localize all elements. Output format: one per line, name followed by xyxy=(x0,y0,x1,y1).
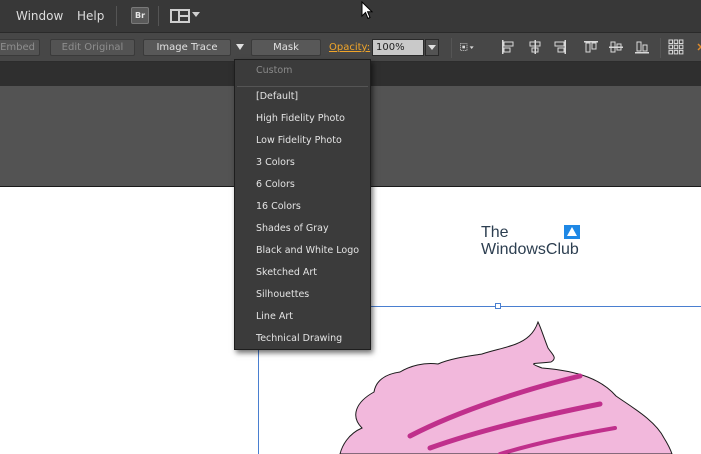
align-left-icon[interactable] xyxy=(500,39,516,55)
mask-button[interactable]: Mask xyxy=(251,39,321,56)
chevron-down-icon xyxy=(192,12,200,17)
align-bottom-icon[interactable] xyxy=(634,39,650,55)
opacity-input[interactable]: 100% xyxy=(372,39,424,56)
preset-item-technical-drawing[interactable]: Technical Drawing xyxy=(235,328,370,350)
preset-item-high-fidelity-photo[interactable]: High Fidelity Photo xyxy=(235,108,370,130)
align-top-icon[interactable] xyxy=(583,39,599,55)
menu-separator xyxy=(158,6,159,26)
overflow-icon[interactable] xyxy=(693,39,701,55)
preset-item-shades-of-gray[interactable]: Shades of Gray xyxy=(235,218,370,240)
selection-handle[interactable] xyxy=(495,303,501,309)
workspace-switcher-button[interactable] xyxy=(170,8,200,24)
preset-item-16-colors[interactable]: 16 Colors xyxy=(235,196,370,218)
cupcake-image[interactable] xyxy=(330,318,701,454)
illustrator-window: Window Help Br Embed Edit Original Image… xyxy=(0,0,701,454)
preset-item-default[interactable]: [Default] xyxy=(235,86,370,108)
align-middle-icon[interactable] xyxy=(608,39,624,55)
toolbar-separator xyxy=(660,38,661,58)
transform-icon[interactable] xyxy=(459,39,483,55)
image-trace-button[interactable]: Image Trace xyxy=(143,39,231,56)
preset-item-line-art[interactable]: Line Art xyxy=(235,306,370,328)
preset-item-6-colors[interactable]: 6 Colors xyxy=(235,174,370,196)
preset-item-3-colors[interactable]: 3 Colors xyxy=(235,152,370,174)
preset-item-low-fidelity-photo[interactable]: Low Fidelity Photo xyxy=(235,130,370,152)
toolbar-separator xyxy=(451,38,452,58)
layout-icon xyxy=(170,9,190,23)
image-trace-preset-menu: Custom [Default] High Fidelity Photo Low… xyxy=(234,59,371,350)
menu-separator xyxy=(116,6,117,26)
preset-item-sketched-art[interactable]: Sketched Art xyxy=(235,262,370,284)
preset-item-black-and-white-logo[interactable]: Black and White Logo xyxy=(235,240,370,262)
embed-button[interactable]: Embed xyxy=(0,39,40,56)
menu-window[interactable]: Window xyxy=(16,9,63,23)
mouse-cursor-icon xyxy=(361,1,374,20)
edit-original-button[interactable]: Edit Original xyxy=(50,39,135,56)
menu-help[interactable]: Help xyxy=(77,9,104,23)
windows-logo-icon xyxy=(564,225,580,239)
align-center-icon[interactable] xyxy=(527,39,543,55)
preset-item-custom: Custom xyxy=(256,65,293,76)
watermark-line2: WindowsClub xyxy=(481,241,579,258)
watermark: The WindowsClub xyxy=(481,224,580,258)
opacity-dropdown-arrow[interactable] xyxy=(425,39,439,56)
bridge-button[interactable]: Br xyxy=(131,7,149,24)
distribute-grid-icon[interactable] xyxy=(668,39,684,55)
image-trace-preset-arrow[interactable] xyxy=(233,40,247,54)
preset-item-silhouettes[interactable]: Silhouettes xyxy=(235,284,370,306)
align-right-icon[interactable] xyxy=(552,39,568,55)
menu-bar: Window Help Br xyxy=(0,0,701,33)
opacity-label[interactable]: Opacity: xyxy=(329,42,370,53)
